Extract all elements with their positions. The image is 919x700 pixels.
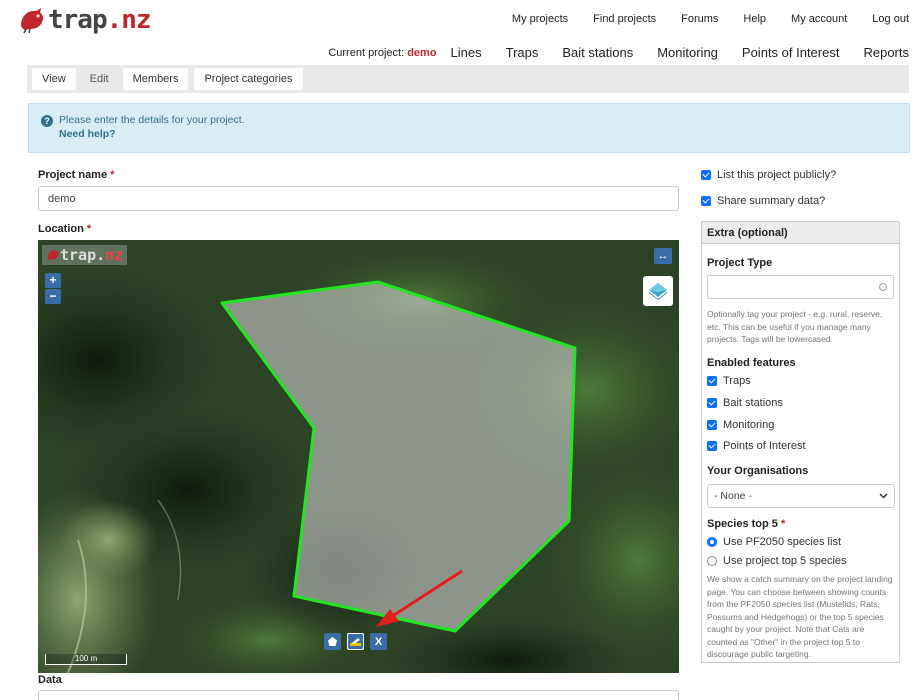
zoom-controls: + − [45,273,61,304]
checkbox-checked-icon [707,376,717,386]
draw-toolbar: X [324,633,387,650]
edit-shape-icon [350,638,361,646]
share-summary-label: Share summary data? [717,195,826,207]
share-summary-checkbox[interactable]: Share summary data? [701,195,825,207]
logo-text: trap.nz [48,5,152,35]
tab-view[interactable]: View [32,68,76,90]
data-input[interactable] [38,690,679,700]
zoom-in-button[interactable]: + [45,273,61,288]
subnav-bait-stations[interactable]: Bait stations [562,45,633,60]
subnav-points-of-interest[interactable]: Points of Interest [742,45,840,60]
feature-points-of-interest-label: Points of Interest [723,440,806,452]
checkbox-checked-icon [701,170,711,180]
tab-project-categories[interactable]: Project categories [194,68,303,90]
tab-bar: View Edit Members Project categories [27,65,909,93]
fullscreen-button[interactable]: ↔ [654,248,672,264]
species-help: We show a catch summary on the project l… [707,574,893,659]
nav-forums[interactable]: Forums [681,13,718,25]
subnav-reports[interactable]: Reports [863,45,909,60]
species-pf2050-label: Use PF2050 species list [723,536,841,548]
current-project: Current project: demo [328,46,437,59]
project-navigation: Current project: demo Lines Traps Bait s… [328,45,909,60]
map-logo: trap. nz [42,245,128,265]
top-navigation: My projects Find projects Forums Help My… [512,13,909,25]
project-type-help: Optionally tag your project - e.g. rural… [707,309,883,344]
extra-optional-panel: Extra (optional) Project Type Optionally… [701,221,900,663]
feature-monitoring-checkbox[interactable]: Monitoring [707,419,774,431]
map-logo-text: trap. [60,246,106,264]
tab-members[interactable]: Members [122,68,189,90]
kiwi-bird-icon [21,8,44,34]
zoom-out-button[interactable]: − [45,289,61,304]
subnav-traps[interactable]: Traps [506,45,539,60]
layers-button[interactable] [643,276,673,306]
pentagon-icon [328,637,337,646]
data-label: Data [38,674,62,686]
species-pf2050-radio[interactable]: Use PF2050 species list [707,536,841,548]
nav-find-projects[interactable]: Find projects [593,13,656,25]
nav-log-out[interactable]: Log out [872,13,909,25]
kiwi-bird-icon [47,250,59,260]
delete-shape-button[interactable]: X [370,633,387,650]
info-message: Please enter the details for your projec… [59,114,245,126]
species-top5-label: Species top 5 * [707,518,786,530]
map-scale-bar: 100 m [45,654,127,665]
spinner-icon [879,283,887,291]
checkbox-checked-icon [707,420,717,430]
info-alert: ? Please enter the details for your proj… [28,103,910,153]
edit-polygon-button[interactable] [347,633,364,650]
radio-selected-icon [707,537,717,547]
feature-monitoring-label: Monitoring [723,419,775,431]
nav-my-account[interactable]: My account [791,13,847,25]
layers-icon [649,283,667,300]
nav-help[interactable]: Help [743,13,766,25]
feature-traps-label: Traps [723,375,751,387]
feature-points-of-interest-checkbox[interactable]: Points of Interest [707,440,806,452]
project-type-input[interactable] [707,275,894,299]
organisations-selected-value: - None - [714,490,752,502]
draw-polygon-button[interactable] [324,633,341,650]
map-logo-suffix: nz [105,246,124,264]
species-project-top5-label: Use project top 5 species [723,555,847,567]
feature-bait-stations-checkbox[interactable]: Bait stations [707,397,783,409]
enabled-features-label: Enabled features [707,357,796,369]
need-help-link[interactable]: Need help? [59,128,909,140]
extra-panel-title: Extra (optional) [702,222,899,244]
question-icon: ? [41,115,53,127]
list-publicly-checkbox[interactable]: List this project publicly? [701,169,836,181]
organisations-label: Your Organisations [707,465,809,477]
species-project-top5-radio[interactable]: Use project top 5 species [707,555,847,567]
chevron-down-icon [879,493,888,499]
checkbox-checked-icon [707,398,717,408]
checkbox-checked-icon [707,441,717,451]
subnav-lines[interactable]: Lines [451,45,482,60]
subnav-monitoring[interactable]: Monitoring [657,45,718,60]
site-logo[interactable]: trap.nz [18,4,152,36]
nav-my-projects[interactable]: My projects [512,13,568,25]
list-publicly-label: List this project publicly? [717,169,837,181]
project-name-input[interactable]: demo [38,186,679,211]
project-name-label: Project name * [38,169,115,181]
tab-edit[interactable]: Edit [82,68,117,90]
satellite-imagery [38,240,679,673]
location-label: Location * [38,223,92,235]
checkbox-checked-icon [701,196,711,206]
feature-traps-checkbox[interactable]: Traps [707,375,751,387]
radio-unselected-icon [707,556,717,566]
project-type-label: Project Type [707,257,773,269]
feature-bait-stations-label: Bait stations [723,397,783,409]
location-map[interactable]: trap. nz + − ↔ 100 m X [38,240,679,673]
organisations-select[interactable]: - None - [707,484,895,508]
